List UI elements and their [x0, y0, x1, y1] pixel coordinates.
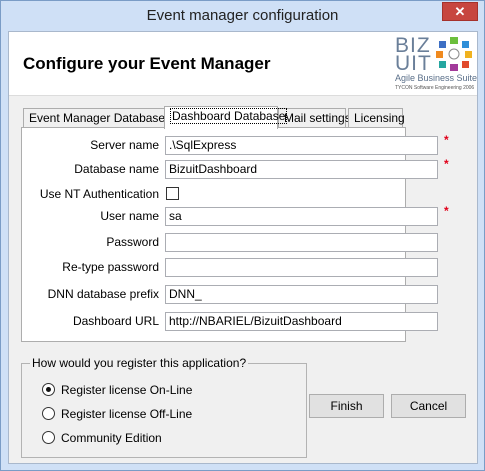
database-name-label: Database name: [74, 162, 159, 176]
tab-licensing[interactable]: Licensing: [348, 108, 405, 128]
tab-mail-settings[interactable]: Mail settings: [278, 108, 351, 128]
user-name-label: User name: [100, 209, 159, 223]
close-button[interactable]: ✕: [442, 2, 478, 21]
password-field[interactable]: [165, 233, 438, 252]
radio-label: Register license Off-Line: [61, 406, 193, 421]
nt-auth-label: Use NT Authentication: [39, 187, 159, 201]
tab-event-manager-database[interactable]: Event Manager Database: [23, 108, 166, 128]
dnn-prefix-field[interactable]: DNN_: [165, 285, 438, 304]
password-label: Password: [106, 235, 159, 249]
radio-community-edition[interactable]: Community Edition: [42, 430, 162, 445]
dialog-body: Configure your Event Manager BIZ UIT Agi…: [8, 31, 478, 464]
user-name-field[interactable]: sa: [165, 207, 438, 226]
cancel-button[interactable]: Cancel: [391, 394, 466, 418]
radio-button[interactable]: [42, 383, 55, 397]
dashboard-url-field[interactable]: http://NBARIEL/BizuitDashboard: [165, 312, 438, 331]
header-banner: Configure your Event Manager BIZ UIT Agi…: [9, 32, 477, 96]
page-title: Configure your Event Manager: [23, 54, 271, 73]
finish-button[interactable]: Finish: [309, 394, 384, 418]
title-bar[interactable]: Event manager configuration ✕: [1, 1, 484, 31]
bizuit-logo: BIZ UIT Agile Business Suite TYCON Softw…: [395, 35, 478, 92]
server-name-field[interactable]: .\SqlExpress: [165, 136, 438, 155]
radio-label: Community Edition: [61, 430, 162, 445]
user-name-required-marker: *: [444, 204, 449, 218]
retype-password-label: Re-type password: [62, 260, 159, 274]
nt-auth-checkbox[interactable]: [166, 187, 179, 200]
tab-label: Dashboard Database: [170, 108, 288, 124]
radio-button[interactable]: [42, 431, 55, 445]
dashboard-database-panel: Server name .\SqlExpress * Database name…: [21, 127, 449, 342]
retype-password-field[interactable]: [165, 258, 438, 277]
logo-text-uit: UIT: [395, 52, 432, 75]
registration-group: How would you register this application?…: [21, 356, 307, 458]
window-title: Event manager configuration: [146, 7, 339, 24]
dnn-prefix-label: DNN database prefix: [47, 287, 159, 301]
tab-label: Event Manager Database: [29, 111, 166, 125]
database-name-required-marker: *: [444, 157, 449, 171]
tab-dashboard-database[interactable]: Dashboard Database: [164, 106, 288, 129]
tab-label: Mail settings: [284, 111, 351, 125]
registration-group-title: How would you register this application?: [30, 356, 249, 370]
logo-flower-icon: [436, 37, 472, 71]
logo-fine-print: TYCON Software Engineering 2006: [395, 85, 475, 91]
app-window: Event manager configuration ✕ Configure …: [0, 0, 485, 471]
radio-register-online[interactable]: Register license On-Line: [42, 382, 192, 397]
radio-register-offline[interactable]: Register license Off-Line: [42, 406, 192, 421]
server-name-required-marker: *: [444, 133, 449, 147]
database-name-field[interactable]: BizuitDashboard: [165, 160, 438, 179]
server-name-label: Server name: [90, 138, 159, 152]
dashboard-url-label: Dashboard URL: [72, 314, 159, 328]
radio-label: Register license On-Line: [61, 382, 193, 397]
tab-label: Licensing: [354, 111, 405, 125]
logo-subtitle: Agile Business Suite: [395, 73, 478, 83]
radio-button[interactable]: [42, 407, 55, 421]
tab-strip: Event Manager Database Dashboard Databas…: [23, 106, 473, 129]
